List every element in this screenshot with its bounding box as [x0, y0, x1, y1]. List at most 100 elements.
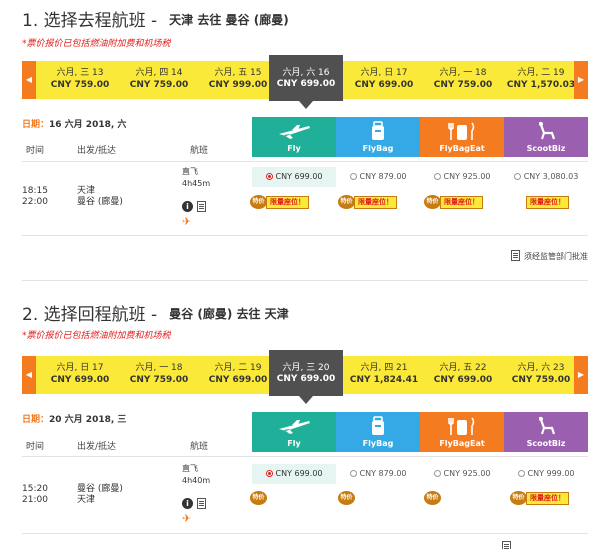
outbound-date-option[interactable]: 六月, 四 14 CNY 759.00 [121, 67, 197, 91]
fare-option-scootbiz[interactable]: CNY 999.00 [504, 464, 588, 484]
limited-seats-badge: 限量座位！ [266, 196, 309, 209]
outbound-date-option[interactable]: 六月, 三 13 CNY 759.00 [42, 67, 118, 91]
fare-header-flybageat: FlyBagEat [420, 412, 504, 452]
fare-name: FlyBagEat [439, 144, 485, 153]
fare-price: CNY 925.00 [443, 469, 491, 478]
outbound-title-text: 1. 选择去程航班 - [22, 11, 158, 31]
fare-name: Fly [287, 144, 301, 153]
outbound-date-option[interactable]: 六月, 一 18 CNY 759.00 [425, 67, 501, 91]
depart-airport: 曼谷 (廊曼) [77, 484, 123, 494]
date-label: 六月, 五 15 [214, 68, 262, 78]
promo-badge: 特价 [338, 195, 355, 209]
fare-name: FlyBagEat [439, 439, 485, 448]
date-label: 六月, 二 19 [517, 68, 565, 78]
date-label: 六月, 五 22 [439, 363, 487, 373]
arrive-airport: 曼谷 (廊曼) [77, 197, 123, 207]
info-icon[interactable]: i [182, 498, 193, 509]
document-icon[interactable] [197, 498, 206, 509]
date-label: 六月, 一 18 [135, 363, 183, 373]
fare-option-flybageat[interactable]: CNY 925.00 [420, 464, 504, 484]
flight-time: 15:20 21:00 [22, 484, 48, 506]
date-label: 六月, 六 23 [517, 363, 565, 373]
outbound-date-bar: ◀ 六月, 三 13 CNY 759.00 六月, 四 14 CNY 759.00 … [22, 55, 588, 109]
fare-name: ScootBiz [526, 144, 566, 153]
fare-header-fly: Fly [252, 412, 336, 452]
date-price: CNY 699.00 [50, 375, 110, 385]
info-icon[interactable]: i [182, 201, 193, 212]
airplane-icon [279, 420, 310, 434]
plane-icon: ✈ [182, 512, 192, 525]
radio-selected[interactable] [265, 470, 273, 477]
radio[interactable] [349, 470, 357, 477]
chevron-left-icon: ◀ [25, 75, 33, 84]
limited-seats-badge: 限量座位！ [526, 196, 569, 209]
seat-icon [538, 121, 556, 140]
date-price: CNY 759.00 [511, 375, 571, 385]
promo-badge: 特价 [424, 491, 441, 505]
outbound-date-option[interactable]: 六月, 二 19 CNY 1,570.03 [503, 67, 579, 91]
arrive-airport: 天津 [77, 495, 96, 505]
date-value: 16 六月 2018, 六 [49, 120, 127, 130]
flight-duration: 4h40m [182, 476, 211, 485]
outbound-prev-dates-button[interactable]: ◀ [22, 61, 36, 99]
inbound-date-option[interactable]: 六月, 日 17 CNY 699.00 [42, 362, 118, 386]
date-label: 六月, 日 17 [360, 68, 408, 78]
inbound-date-option[interactable]: 六月, 二 19 CNY 699.00 [200, 362, 276, 386]
fare-name: Fly [287, 439, 301, 448]
inbound-title-text: 2. 选择回程航班 - [22, 305, 158, 325]
inbound-prev-dates-button[interactable]: ◀ [22, 356, 36, 394]
outbound-date-option[interactable]: 六月, 五 15 CNY 999.00 [200, 67, 276, 91]
outbound-selected-date: 日期：16 六月 2018, 六 [22, 117, 126, 130]
date-price: CNY 699.00 [354, 80, 414, 90]
fare-option-fly[interactable]: CNY 699.00 [252, 167, 336, 187]
date-price: CNY 999.00 [208, 80, 268, 90]
radio[interactable] [349, 173, 357, 180]
inbound-fare-note: *票价报价已包括燃油附加费和机场税 [22, 331, 171, 341]
arrive-time: 22:00 [22, 197, 48, 207]
date-price: CNY 759.00 [129, 375, 189, 385]
flight-type: 直飞 [182, 167, 198, 176]
fare-price: CNY 3,080.03 [523, 172, 579, 181]
inbound-date-option-selected[interactable]: 六月, 三 20 CNY 699.00 [269, 350, 343, 404]
inbound-date-option[interactable]: 六月, 六 23 CNY 759.00 [503, 362, 579, 386]
fare-option-flybag[interactable]: CNY 879.00 [336, 167, 420, 187]
radio[interactable] [433, 470, 441, 477]
limited-seats-badge: 限量座位！ [354, 196, 397, 209]
fare-header-scootbiz: ScootBiz [504, 117, 588, 157]
fare-option-scootbiz[interactable]: CNY 3,080.03 [504, 167, 588, 187]
outbound-next-dates-button[interactable]: ▶ [574, 61, 588, 99]
document-icon[interactable] [197, 201, 206, 212]
fare-price: CNY 925.00 [443, 172, 491, 181]
date-price: CNY 699.00 [276, 374, 336, 384]
column-header-flight: 航班 [190, 146, 209, 156]
chevron-right-icon: ▶ [577, 370, 585, 379]
regulatory-note: 须经监管部门批准 [511, 250, 588, 262]
date-price: CNY 759.00 [433, 80, 493, 90]
date-label: 六月, 三 20 [282, 363, 330, 373]
inbound-date-option[interactable]: 六月, 四 21 CNY 1,824.41 [346, 362, 422, 386]
date-price: CNY 1,824.41 [349, 375, 419, 385]
divider [22, 161, 588, 162]
inbound-date-bar: ◀ 六月, 日 17 CNY 699.00 六月, 一 18 CNY 759.00 … [22, 350, 588, 404]
fare-option-flybag[interactable]: CNY 879.00 [336, 464, 420, 484]
radio-selected[interactable] [265, 173, 273, 180]
date-label: 六月, 四 14 [135, 68, 183, 78]
inbound-date-option[interactable]: 六月, 一 18 CNY 759.00 [121, 362, 197, 386]
outbound-date-option-selected[interactable]: 六月, 六 16 CNY 699.00 [269, 55, 343, 109]
fare-price: CNY 999.00 [527, 469, 575, 478]
flight-info: 直飞 4h45m [182, 166, 210, 190]
date-price: CNY 699.00 [208, 375, 268, 385]
divider [22, 533, 588, 534]
radio[interactable] [517, 470, 525, 477]
fare-option-flybageat[interactable]: CNY 925.00 [420, 167, 504, 187]
promo-badge: 特价 [424, 195, 441, 209]
fare-option-fly[interactable]: CNY 699.00 [252, 464, 336, 484]
regulatory-note-text: 须经监管部门批准 [524, 252, 588, 261]
outbound-date-option[interactable]: 六月, 日 17 CNY 699.00 [346, 67, 422, 91]
radio[interactable] [433, 173, 441, 180]
flight-places: 天津 曼谷 (廊曼) [77, 186, 123, 208]
inbound-date-option[interactable]: 六月, 五 22 CNY 699.00 [425, 362, 501, 386]
inbound-next-dates-button[interactable]: ▶ [574, 356, 588, 394]
radio[interactable] [513, 173, 521, 180]
fare-name: FlyBag [362, 144, 394, 153]
